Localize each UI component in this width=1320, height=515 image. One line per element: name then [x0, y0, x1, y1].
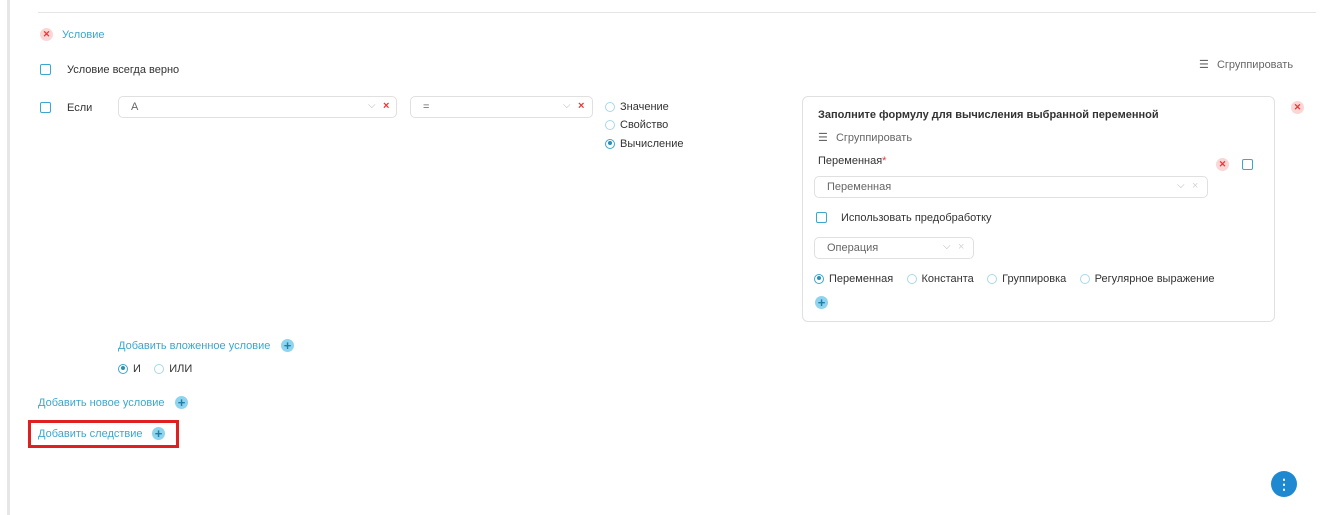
radio-selected-icon[interactable] — [118, 363, 128, 374]
radio-icon[interactable] — [906, 273, 917, 284]
radio-icon[interactable] — [987, 273, 998, 284]
add-nested-condition-link[interactable]: Добавить вложенное условие — [118, 340, 270, 352]
panel-group-button[interactable]: ☰ Сгруппировать — [818, 131, 912, 144]
kebab-icon: ⋮ — [1277, 476, 1291, 492]
left-operand-value: А — [131, 101, 139, 113]
add-condition-plus-icon[interactable]: + — [175, 396, 188, 409]
operator-select[interactable]: = ⌵ × — [410, 96, 593, 118]
preprocess-label: Использовать предобработку — [841, 212, 992, 224]
always-true-checkbox[interactable] — [40, 64, 51, 75]
more-options-button[interactable]: ⋮ — [1271, 471, 1297, 497]
always-true-label: Условие всегда верно — [67, 64, 180, 76]
formula-panel — [802, 96, 1275, 322]
clear-icon[interactable]: × — [958, 241, 964, 253]
chevron-down-icon[interactable]: ⌵ — [368, 100, 376, 111]
clear-icon[interactable]: × — [383, 100, 389, 112]
preprocess-checkbox[interactable] — [816, 212, 827, 223]
operator-value: = — [423, 101, 430, 113]
chevron-down-icon[interactable]: ⌵ — [943, 241, 951, 252]
radio-icon[interactable] — [154, 363, 165, 374]
value-type-option[interactable]: Свойство — [605, 117, 678, 131]
value-type-option[interactable]: Вычисление — [605, 136, 694, 150]
clear-icon[interactable]: × — [578, 100, 584, 112]
formula-panel-title: Заполните формулу для вычисления выбранн… — [818, 109, 1159, 121]
operation-select[interactable]: Операция ⌵ × — [814, 237, 974, 259]
top-divider — [38, 12, 1316, 13]
add-operand-plus-icon[interactable]: + — [815, 296, 828, 309]
add-nested-plus-icon[interactable]: + — [281, 339, 294, 352]
clear-icon[interactable]: × — [1192, 180, 1198, 192]
left-border — [7, 0, 10, 515]
chevron-down-icon[interactable]: ⌵ — [563, 100, 571, 111]
highlight-box — [28, 420, 179, 448]
group-label: Сгруппировать — [1216, 59, 1294, 71]
condition-title[interactable]: Условие — [62, 29, 105, 41]
value-type-option[interactable]: Значение — [605, 99, 679, 113]
variable-placeholder: Переменная — [827, 181, 892, 193]
remove-formula-icon[interactable]: ✕ — [1291, 101, 1304, 114]
operation-placeholder: Операция — [827, 242, 879, 254]
left-operand-select[interactable]: А ⌵ × — [118, 96, 397, 118]
if-label: Если — [67, 102, 93, 114]
if-checkbox[interactable] — [40, 102, 51, 113]
remove-variable-icon[interactable]: ✕ — [1216, 158, 1229, 171]
remove-condition-icon[interactable]: ✕ — [40, 28, 53, 41]
indent-icon: ☰ — [1199, 59, 1209, 71]
radio-icon[interactable] — [605, 101, 615, 112]
logic-radio-group: И ИЛИ — [118, 361, 202, 375]
variable-checkbox[interactable] — [1242, 159, 1253, 170]
add-new-condition-link[interactable]: Добавить новое условие — [38, 397, 165, 409]
radio-icon[interactable] — [605, 119, 615, 130]
group-button[interactable]: ☰ Сгруппировать — [1199, 58, 1293, 71]
indent-icon: ☰ — [818, 132, 828, 144]
chevron-down-icon[interactable]: ⌵ — [1177, 180, 1185, 191]
radio-icon[interactable] — [1079, 273, 1090, 284]
required-mark: * — [882, 155, 887, 167]
radio-selected-icon[interactable] — [814, 273, 824, 284]
mode-radio-group: Переменная Константа Группировка Регуляр… — [814, 271, 1225, 285]
variable-label: Переменная* — [818, 155, 887, 167]
radio-selected-icon[interactable] — [605, 138, 615, 149]
group-label: Сгруппировать — [835, 132, 913, 144]
variable-select[interactable]: Переменная ⌵ × — [814, 176, 1208, 198]
